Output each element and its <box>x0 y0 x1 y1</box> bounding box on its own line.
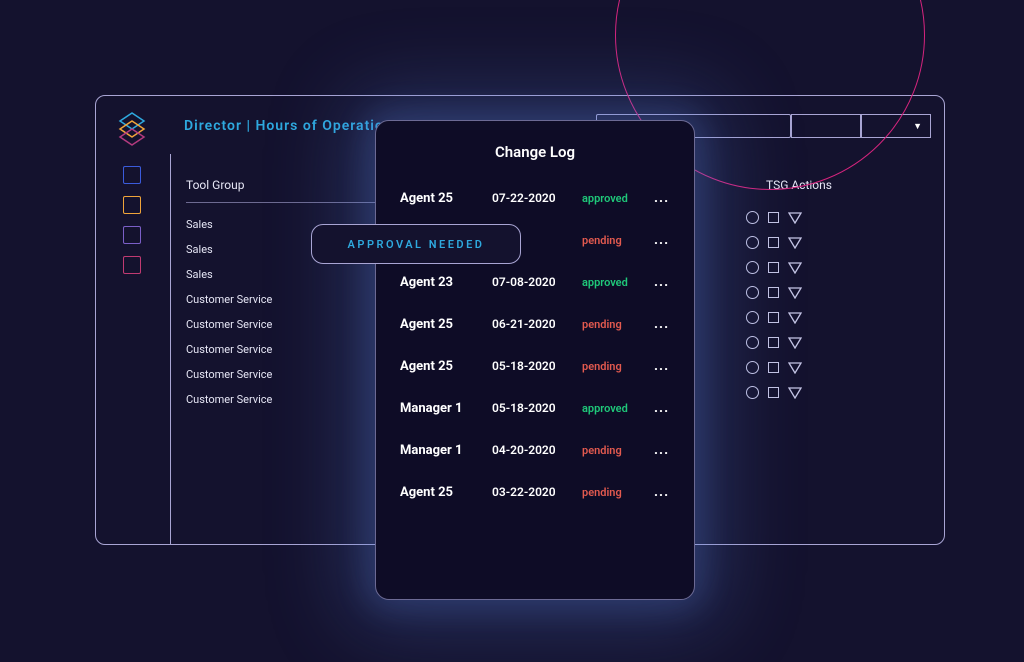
more-icon[interactable]: ... <box>654 232 669 248</box>
more-icon[interactable]: ... <box>654 190 669 206</box>
change-log-row: Agent 25 07-22-2020 approved... <box>400 177 670 219</box>
list-item[interactable]: Sales <box>186 212 272 237</box>
triangle-down-icon[interactable] <box>788 262 802 274</box>
circle-icon[interactable] <box>746 261 759 274</box>
more-icon[interactable]: ... <box>654 400 669 416</box>
log-agent: Agent 25 <box>400 359 482 374</box>
sidebar-square-1[interactable] <box>123 166 141 184</box>
more-icon[interactable]: ... <box>654 274 669 290</box>
log-status: approved <box>582 276 644 289</box>
circle-icon[interactable] <box>746 211 759 224</box>
square-icon[interactable] <box>768 387 779 398</box>
log-status: pending <box>582 318 644 331</box>
tsg-action-row <box>746 311 802 324</box>
triangle-down-icon[interactable] <box>788 237 802 249</box>
triangle-down-icon[interactable] <box>788 212 802 224</box>
log-agent: Agent 25 <box>400 191 482 206</box>
log-date: 07-08-2020 <box>492 275 572 289</box>
more-icon[interactable]: ... <box>654 484 669 500</box>
log-date: 05-18-2020 <box>492 359 572 373</box>
circle-icon[interactable] <box>746 336 759 349</box>
tool-group-divider <box>186 202 376 203</box>
tsg-action-row <box>746 211 802 224</box>
log-status: pending <box>582 444 644 457</box>
tsg-action-row <box>746 386 802 399</box>
more-icon[interactable]: ... <box>654 316 669 332</box>
change-log-row: Agent 25 06-21-2020 pending... <box>400 303 670 345</box>
log-status: approved <box>582 402 644 415</box>
change-log-title: Change Log <box>400 143 670 161</box>
log-status: pending <box>582 234 644 247</box>
log-agent: Manager 1 <box>400 401 482 416</box>
list-item[interactable]: Sales <box>186 262 272 287</box>
change-log-row: Agent 25 05-18-2020 pending... <box>400 345 670 387</box>
log-agent: Agent 25 <box>400 317 482 332</box>
triangle-down-icon[interactable] <box>788 387 802 399</box>
triangle-down-icon[interactable] <box>788 287 802 299</box>
tool-group-list: Sales Sales Sales Customer Service Custo… <box>186 212 272 412</box>
change-log-row: Manager 1 04-20-2020 pending... <box>400 429 670 471</box>
circle-icon[interactable] <box>746 386 759 399</box>
triangle-down-icon[interactable] <box>788 362 802 374</box>
sidebar-divider <box>170 154 171 544</box>
list-item[interactable]: Sales <box>186 237 272 262</box>
sidebar-square-3[interactable] <box>123 226 141 244</box>
list-item[interactable]: Customer Service <box>186 312 272 337</box>
tsg-action-row <box>746 286 802 299</box>
square-icon[interactable] <box>768 362 779 373</box>
square-icon[interactable] <box>768 337 779 348</box>
sidebar-square-2[interactable] <box>123 196 141 214</box>
square-icon[interactable] <box>768 237 779 248</box>
log-date: 04-20-2020 <box>492 443 572 457</box>
more-icon[interactable]: ... <box>654 442 669 458</box>
triangle-down-icon[interactable] <box>788 337 802 349</box>
log-date: 07-22-2020 <box>492 191 572 205</box>
log-agent: Manager 1 <box>400 443 482 458</box>
log-agent: Agent 25 <box>400 485 482 500</box>
change-log-row: Manager 1 05-18-2020 approved... <box>400 387 670 429</box>
log-status: approved <box>582 192 644 205</box>
sidebar-square-4[interactable] <box>123 256 141 274</box>
change-log-row: Agent 25 03-22-2020 pending... <box>400 471 670 513</box>
tsg-action-row <box>746 236 802 249</box>
more-icon[interactable]: ... <box>654 358 669 374</box>
app-logo <box>114 111 150 147</box>
circle-icon[interactable] <box>746 361 759 374</box>
log-status: pending <box>582 360 644 373</box>
page-title: Director | Hours of Operations <box>184 118 401 134</box>
change-log-panel: Change Log Agent 25 07-22-2020 approved...… <box>375 120 695 600</box>
square-icon[interactable] <box>768 287 779 298</box>
log-date: 05-18-2020 <box>492 401 572 415</box>
approval-needed-badge[interactable]: APPROVAL NEEDED <box>311 224 521 264</box>
log-agent: Agent 23 <box>400 275 482 290</box>
list-item[interactable]: Customer Service <box>186 387 272 412</box>
list-item[interactable]: Customer Service <box>186 337 272 362</box>
tsg-actions-list <box>746 211 802 399</box>
circle-icon[interactable] <box>746 236 759 249</box>
list-item[interactable]: Customer Service <box>186 287 272 312</box>
change-log-row: Agent 23 07-08-2020 approved... <box>400 261 670 303</box>
tsg-action-row <box>746 261 802 274</box>
tool-group-header: Tool Group <box>186 178 244 192</box>
log-date: 03-22-2020 <box>492 485 572 499</box>
triangle-down-icon[interactable] <box>788 312 802 324</box>
log-date: 06-21-2020 <box>492 317 572 331</box>
tsg-action-row <box>746 361 802 374</box>
circle-icon[interactable] <box>746 311 759 324</box>
square-icon[interactable] <box>768 312 779 323</box>
tsg-action-row <box>746 336 802 349</box>
square-icon[interactable] <box>768 212 779 223</box>
list-item[interactable]: Customer Service <box>186 362 272 387</box>
square-icon[interactable] <box>768 262 779 273</box>
log-status: pending <box>582 486 644 499</box>
chevron-down-icon: ▼ <box>913 121 922 132</box>
circle-icon[interactable] <box>746 286 759 299</box>
